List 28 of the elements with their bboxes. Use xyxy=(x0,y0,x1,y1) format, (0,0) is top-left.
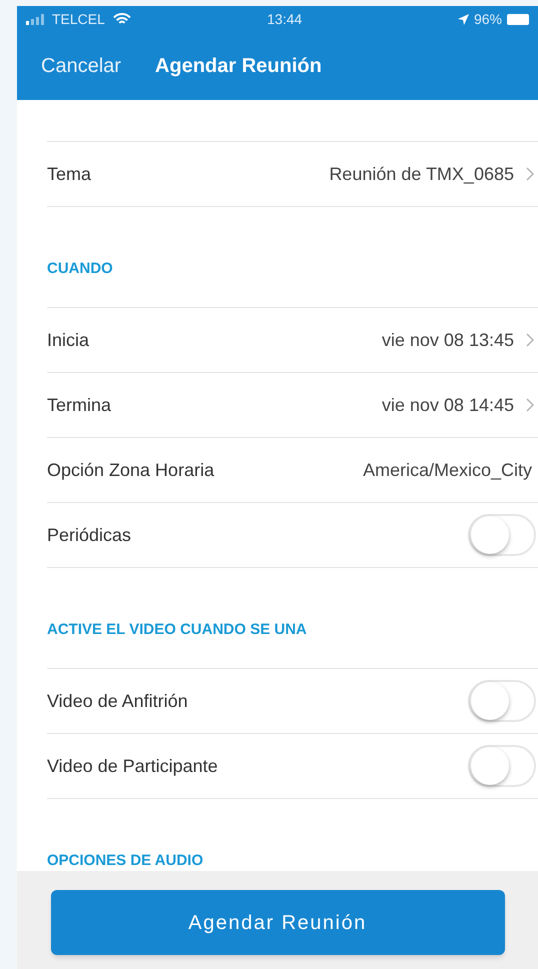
wifi-icon xyxy=(112,12,131,26)
chevron-right-icon xyxy=(526,333,534,347)
row-label: Tema xyxy=(47,162,92,186)
row-label: Video de Participante xyxy=(47,754,218,778)
row-label: Inicia xyxy=(47,328,90,352)
row-value[interactable]: Reunión de TMX_0685 xyxy=(329,160,514,188)
battery-percent: 96% xyxy=(474,10,502,28)
toggle-switch[interactable] xyxy=(468,514,536,556)
row-label: Termina xyxy=(47,394,112,416)
chevron-right-icon xyxy=(526,398,534,412)
row-value: America/Mexico_City xyxy=(362,458,532,482)
row-value[interactable]: vie nov 08 14:45 xyxy=(382,392,514,418)
clock-time: 13:44 xyxy=(267,10,302,28)
location-arrow-icon xyxy=(458,14,469,24)
section-header: ACTIVE EL VIDEO CUANDO SE UNA xyxy=(47,621,307,638)
toggle-switch[interactable] xyxy=(468,680,536,722)
row-label: Periódicas xyxy=(47,524,132,546)
row-value[interactable]: vie nov 08 13:45 xyxy=(382,326,514,354)
section-header: OPCIONES DE AUDIO xyxy=(47,852,204,869)
row-label: Video de Anfitrión xyxy=(47,690,188,712)
screen-title: Agendar Reunión xyxy=(155,54,322,79)
row-label: Opción Zona Horaria xyxy=(47,458,214,482)
toggle-switch[interactable] xyxy=(468,745,536,787)
chevron-right-icon xyxy=(526,167,534,181)
section-header: CUANDO xyxy=(47,260,113,277)
schedule-meeting-button[interactable]: Agendar Reunión xyxy=(50,890,504,955)
battery-icon xyxy=(507,14,529,24)
carrier-name: TELCEL xyxy=(52,10,105,28)
